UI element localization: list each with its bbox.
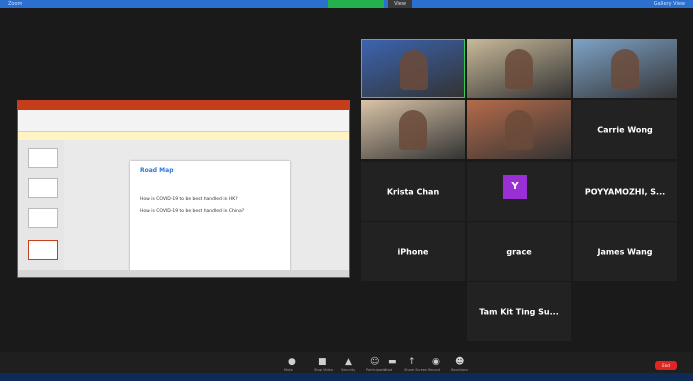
zoom-window: Zoom Gallery View View Road Map How is C… [0, 0, 693, 381]
gallery-view-toggle[interactable]: Gallery View [654, 0, 685, 8]
ppt-status-bar [18, 270, 349, 277]
slide-thumb [28, 148, 58, 168]
participant-name: Carrie Wong [597, 125, 653, 134]
participant-tile[interactable]: Tam Kit Ting Su... [467, 282, 571, 341]
slide-thumbnails [18, 140, 64, 272]
participant-tile[interactable]: Krista Chan [361, 162, 465, 221]
mic-icon[interactable]: ● [288, 357, 296, 367]
participant-name: iPhone [397, 247, 429, 256]
toolbar-label: Security [341, 368, 356, 372]
participant-avatar: Y [503, 175, 527, 199]
toolbar-label: Record [428, 368, 441, 372]
participant-tile[interactable]: Carrie Wong [573, 100, 677, 159]
screen-share-indicator[interactable] [328, 0, 384, 8]
participant-tile[interactable] [573, 39, 677, 98]
view-options-button[interactable]: View [388, 0, 412, 8]
participant-name: grace [506, 247, 532, 256]
participant-video [400, 50, 428, 90]
participants-icon[interactable]: ☺ [370, 357, 379, 367]
reactions-icon[interactable]: ☻ [455, 357, 464, 367]
windows-taskbar [0, 373, 693, 381]
current-slide: Road Map How is COVID-19 to be best hand… [130, 161, 290, 271]
participant-name: POYYAMOZHI, S... [584, 187, 666, 196]
participant-tile[interactable]: POYYAMOZHI, S... [573, 162, 677, 221]
participant-tile[interactable] [467, 39, 571, 98]
participant-tile[interactable]: iPhone [361, 222, 465, 281]
toolbar-label: Stop Video [314, 368, 333, 372]
participant-tile[interactable] [361, 39, 465, 98]
participant-name: Tam Kit Ting Su... [479, 307, 559, 316]
toolbar-label: Share Screen [404, 368, 428, 372]
slide-bullet: How is COVID-19 to be best handled in Ch… [140, 209, 245, 214]
participant-name: Krista Chan [386, 187, 440, 196]
toolbar-label: Reactions [451, 368, 469, 372]
record-icon[interactable]: ◉ [432, 357, 440, 367]
video-icon[interactable]: ■ [318, 357, 327, 367]
chat-icon[interactable]: ▬ [388, 357, 397, 367]
ppt-notice-bar [18, 132, 349, 140]
slide-title: Road Map [140, 167, 174, 174]
end-meeting-button[interactable]: End [655, 361, 677, 370]
participant-video [399, 110, 427, 150]
participant-tile[interactable] [467, 100, 571, 159]
share-icon[interactable]: ↑ [408, 357, 416, 367]
toolbar-label: Mute [284, 368, 293, 372]
participant-tile[interactable]: James Wang [573, 222, 677, 281]
participant-tile[interactable]: Y [467, 162, 571, 221]
ppt-ribbon [18, 110, 349, 132]
slide-thumb-active [28, 240, 58, 260]
ppt-title-bar [18, 101, 349, 110]
shared-screen: Road Map How is COVID-19 to be best hand… [17, 100, 350, 278]
security-icon[interactable]: ▲ [345, 357, 352, 367]
participant-tile[interactable]: grace [467, 222, 571, 281]
slide-thumb [28, 178, 58, 198]
participant-video [505, 49, 533, 89]
participant-tile[interactable] [361, 100, 465, 159]
slide-bullet: How is COVID-19 to be best handled in HK… [140, 197, 238, 202]
window-title: Zoom [8, 1, 23, 7]
toolbar-label: Chat [384, 368, 393, 372]
slide-thumb [28, 208, 58, 228]
participant-video [611, 49, 639, 89]
participant-video [505, 110, 533, 150]
participant-name: James Wang [597, 247, 653, 256]
